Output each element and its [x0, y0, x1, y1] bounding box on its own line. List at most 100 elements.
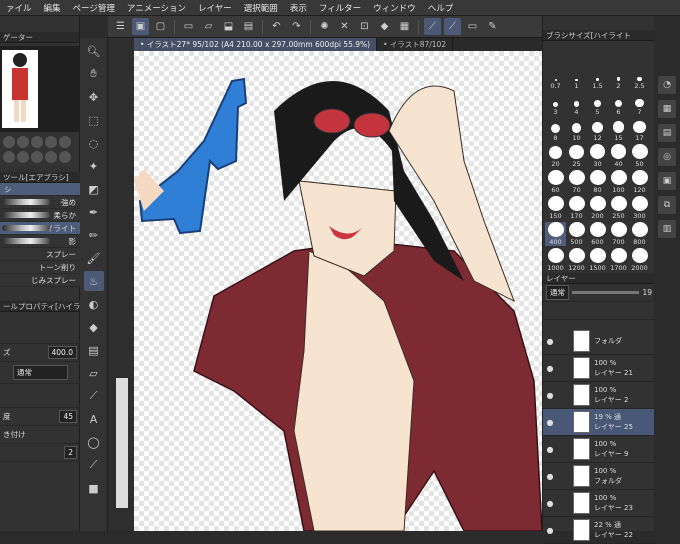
brush-size-cell[interactable]: 1 — [566, 66, 587, 90]
brush-size-cell[interactable]: 150 — [545, 196, 566, 220]
layer-row[interactable]: ● 100 % レイヤー 21 — [543, 355, 655, 382]
brush-size-cell[interactable]: 120 — [629, 170, 650, 194]
brush-size-cell[interactable]: 500 — [566, 222, 587, 246]
layer-icon[interactable]: ⧉ — [658, 196, 676, 214]
ring-icon[interactable] — [31, 136, 43, 148]
eye-icon[interactable]: ● — [543, 337, 557, 346]
loading-icon[interactable]: ✺ — [316, 18, 333, 35]
ruler-icon[interactable]: ⟋ — [84, 455, 104, 475]
save-icon[interactable]: ⬓ — [220, 18, 237, 35]
hand-icon[interactable]: ✋︎ — [84, 64, 104, 84]
brush-size-cell[interactable]: 300 — [629, 196, 650, 220]
material-icon[interactable]: ▣ — [658, 172, 676, 190]
pen-icon[interactable] — [3, 136, 15, 148]
frame-icon[interactable]: ▢ — [152, 18, 169, 35]
eye-icon[interactable]: ● — [543, 445, 557, 454]
ruler-icon[interactable]: ▭ — [464, 18, 481, 35]
eraser-icon[interactable]: ◩ — [84, 179, 104, 199]
fill-icon[interactable]: ◆ — [376, 18, 393, 35]
size-field[interactable]: 400.0 — [47, 346, 77, 359]
circle-icon[interactable] — [17, 136, 29, 148]
menu-help[interactable]: ヘルプ — [422, 2, 460, 14]
layer-row[interactable]: ● 100 % フォルダ — [543, 463, 655, 490]
lasso-icon[interactable]: ◌ — [84, 133, 104, 153]
eye-icon[interactable]: ● — [543, 391, 557, 400]
brush-size-cell[interactable]: 30 — [587, 144, 608, 168]
brush-size-cell[interactable]: 80 — [587, 170, 608, 194]
undo-icon[interactable]: ↶ — [268, 18, 285, 35]
layer-row[interactable]: ● 100 % レイヤー 9 — [543, 436, 655, 463]
brush-size-cell[interactable]: 40 — [608, 144, 629, 168]
property-icon[interactable]: ▥ — [658, 220, 676, 238]
canvas[interactable] — [134, 51, 542, 531]
stroke-alt-icon[interactable]: ⟋ — [444, 18, 461, 35]
eye-icon[interactable]: ● — [543, 472, 557, 481]
palette-icon[interactable]: ▦ — [658, 100, 676, 118]
density-field[interactable]: 45 — [59, 410, 77, 423]
move-icon[interactable]: ✥ — [84, 87, 104, 107]
brush-size-cell[interactable]: 1700 — [608, 248, 629, 272]
vector-icon[interactable]: ✎ — [484, 18, 501, 35]
brush-size-cell[interactable]: 12 — [587, 118, 608, 142]
dot-icon[interactable] — [45, 136, 57, 148]
brush-size-cell[interactable]: 4 — [566, 92, 587, 116]
gradient-icon[interactable]: ▤ — [84, 340, 104, 360]
brush-soft[interactable]: 柔らか — [0, 209, 80, 222]
layer-blend-select[interactable]: 通常 — [546, 285, 569, 300]
brush-size-cell[interactable]: 1.5 — [587, 66, 608, 90]
tab-illust87[interactable]: • イラスト87/102 — [377, 38, 454, 51]
menu-file[interactable]: ァイル — [0, 2, 38, 14]
search-icon[interactable]: ◎ — [658, 148, 676, 166]
layer-row[interactable]: ● 100 % レイヤー 2 — [543, 382, 655, 409]
eye-icon[interactable]: ● — [543, 418, 557, 427]
opacity-value[interactable]: 19 — [642, 288, 652, 297]
crop-icon[interactable]: ⊡ — [356, 18, 373, 35]
brush-spray[interactable]: スプレー — [0, 248, 80, 261]
brush-size-cell[interactable]: 100 — [608, 170, 629, 194]
eye-icon[interactable]: ● — [543, 499, 557, 508]
brush-size-cell[interactable]: 3 — [545, 92, 566, 116]
brush-shadow[interactable]: 影 — [0, 235, 80, 248]
menu-page[interactable]: ページ管理 — [67, 2, 121, 14]
menu-edit[interactable]: 編集 — [38, 2, 67, 14]
eye-icon[interactable]: ● — [543, 526, 557, 535]
pencil-icon[interactable]: ✏ — [84, 225, 104, 245]
menu-icon[interactable]: ☰ — [112, 18, 129, 35]
menu-view[interactable]: 表示 — [284, 2, 313, 14]
new-file-icon[interactable]: ▭ — [180, 18, 197, 35]
brush-size-cell[interactable]: 20 — [545, 144, 566, 168]
brush-size-cell[interactable]: 600 — [587, 222, 608, 246]
brush-size-cell[interactable]: 10 — [566, 118, 587, 142]
brush-size-cell[interactable]: 60 — [545, 170, 566, 194]
brush-size-cell[interactable]: 700 — [608, 222, 629, 246]
menu-selection[interactable]: 選択範囲 — [238, 2, 284, 14]
redo-icon[interactable]: ↷ — [288, 18, 305, 35]
move-icon[interactable] — [31, 151, 43, 163]
brush-size-cell[interactable]: 1200 — [566, 248, 587, 272]
menu-window[interactable]: ウィンドウ — [367, 2, 422, 14]
pencil-icon[interactable] — [45, 151, 57, 163]
brush-size-cell[interactable]: 200 — [587, 196, 608, 220]
text-icon[interactable]: A — [84, 409, 104, 429]
brush-size-cell[interactable]: 1000 — [545, 248, 566, 272]
pen-icon[interactable]: ✒ — [84, 202, 104, 222]
line-icon[interactable]: ⟋ — [84, 386, 104, 406]
brush-size-cell[interactable]: 800 — [629, 222, 650, 246]
layout-icon[interactable]: ▣ — [132, 18, 149, 35]
blend-select[interactable]: 通常 — [13, 365, 68, 380]
brush-highlight[interactable]: ハイライト — [0, 222, 80, 235]
wand-icon[interactable]: ✦ — [84, 156, 104, 176]
brush-size-cell[interactable]: 1500 — [587, 248, 608, 272]
zoom-icon[interactable]: 🔍︎ — [84, 41, 104, 61]
brush-blur-spray[interactable]: じみスプレー — [0, 274, 80, 287]
menu-filter[interactable]: フィルター — [313, 2, 367, 14]
tab-illust27[interactable]: • イラスト27* 95/102 (A4 210.00 x 297.00mm 6… — [134, 38, 378, 51]
eye-icon[interactable]: ● — [543, 364, 557, 373]
dot-icon[interactable] — [59, 136, 71, 148]
opacity-slider[interactable] — [572, 291, 640, 294]
brush-size-cell[interactable]: 0.7 — [545, 66, 566, 90]
layer-row[interactable]: ● 100 % レイヤー 23 — [543, 490, 655, 517]
subtool-group[interactable]: シ — [0, 183, 80, 196]
airbrush-icon[interactable]: ♨ — [83, 271, 104, 291]
brush-icon[interactable]: 🖌︎ — [84, 248, 104, 268]
